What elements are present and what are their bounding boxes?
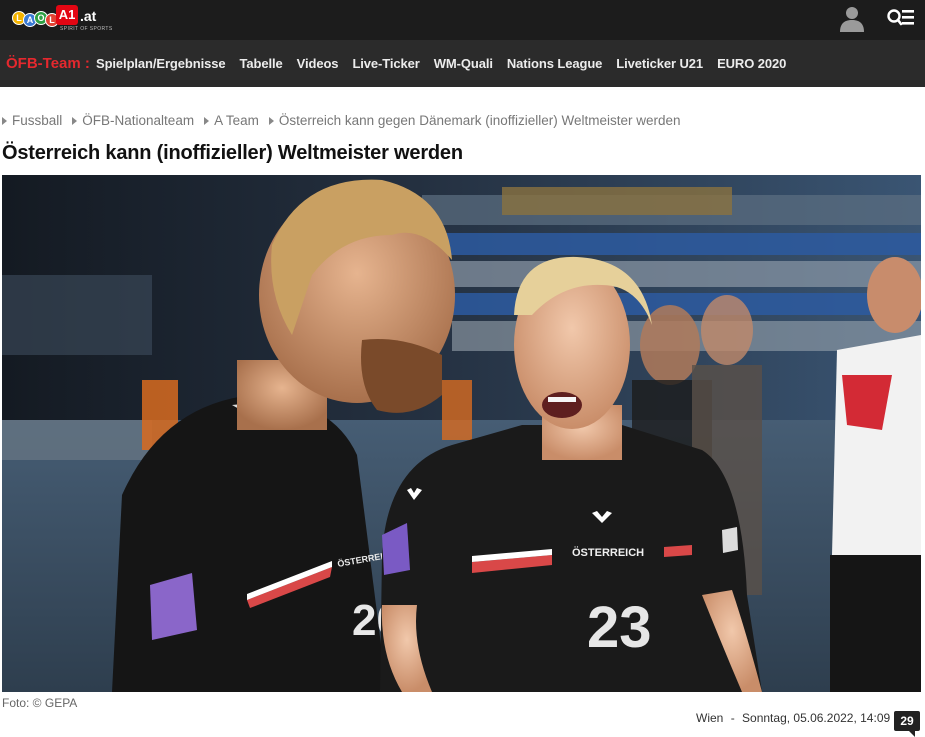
breadcrumb-arrow-icon (268, 116, 274, 125)
nav-item-liveticker-u21[interactable]: Liveticker U21 (616, 56, 703, 71)
logo-a1-badge: A1 (56, 5, 78, 25)
article-location: Wien (696, 711, 724, 725)
breadcrumb-arrow-icon (204, 116, 210, 125)
article-meta: Wien - Sonntag, 05.06.2022, 14:09 Uhr (696, 711, 917, 725)
nav-items: Spielplan/Ergebnisse Tabelle Videos Live… (96, 56, 800, 71)
breadcrumb: Fussball ÖFB-Nationalteam A Team Österre… (2, 113, 691, 128)
breadcrumb-current: Österreich kann gegen Dänemark (inoffizi… (278, 113, 681, 128)
photo-number-right: 23 (587, 595, 652, 660)
nav-brand[interactable]: ÖFB-Team : (6, 55, 90, 72)
photo-jersey-text-right: ÖSTERREICH (572, 546, 644, 559)
nav-item-videos[interactable]: Videos (297, 56, 339, 71)
nav-item-wm-quali[interactable]: WM-Quali (434, 56, 493, 71)
breadcrumb-link[interactable]: ÖFB-Nationalteam (82, 113, 194, 128)
top-bar: L A O L A1 .at SPIRIT OF SPORTS (0, 0, 925, 40)
nav-item-tabelle[interactable]: Tabelle (240, 56, 283, 71)
logo-domain: .at (80, 8, 97, 24)
comments-count-badge[interactable]: 29 (894, 711, 920, 737)
breadcrumb-link[interactable]: Fussball (12, 113, 62, 128)
photo-credit: Foto: © GEPA (2, 696, 78, 710)
search-menu-icon[interactable] (887, 8, 915, 28)
breadcrumb-item-fussball[interactable]: Fussball (2, 113, 62, 128)
logo-tagline: SPIRIT OF SPORTS (60, 26, 113, 32)
article-title: Österreich kann (inoffizieller) Weltmeis… (2, 142, 463, 164)
nav-item-spielplan[interactable]: Spielplan/Ergebnisse (96, 56, 226, 71)
breadcrumb-item-oefb[interactable]: ÖFB-Nationalteam (72, 113, 194, 128)
breadcrumb-item-current: Österreich kann gegen Dänemark (inoffizi… (268, 113, 681, 128)
article-date: Sonntag, 05.06.2022, 14:09 Uhr (742, 711, 913, 725)
nav-item-nations-league[interactable]: Nations League (507, 56, 603, 71)
user-icon[interactable] (840, 6, 864, 32)
section-nav: ÖFB-Team : Spielplan/Ergebnisse Tabelle … (0, 40, 925, 87)
breadcrumb-arrow-icon (72, 116, 78, 125)
article-photo[interactable]: 20 ÖSTERREICH ÖSTERREICH 23 (2, 175, 921, 692)
nav-item-euro-2020[interactable]: EURO 2020 (717, 56, 786, 71)
breadcrumb-item-a-team[interactable]: A Team (204, 113, 259, 128)
breadcrumb-arrow-icon (2, 116, 7, 125)
site-logo[interactable]: L A O L A1 .at SPIRIT OF SPORTS (12, 5, 112, 33)
meta-separator: - (730, 711, 735, 725)
nav-item-live-ticker[interactable]: Live-Ticker (352, 56, 419, 71)
breadcrumb-link[interactable]: A Team (214, 113, 259, 128)
photo-illustration: 20 ÖSTERREICH ÖSTERREICH 23 (2, 175, 921, 692)
